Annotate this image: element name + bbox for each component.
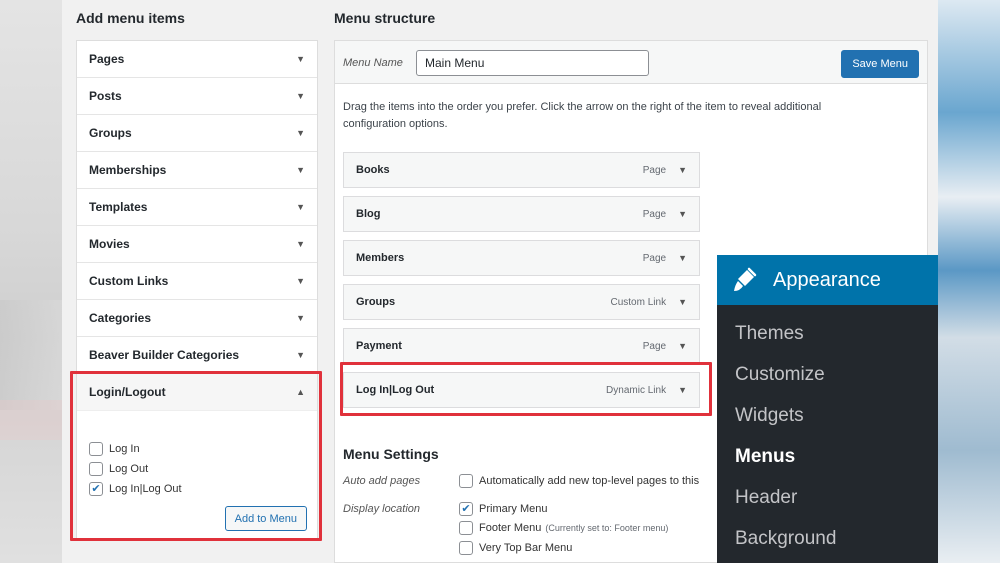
checkmark-icon: ✔ — [461, 502, 471, 515]
save-menu-button[interactable]: Save Menu — [841, 50, 919, 78]
submenu-customize[interactable]: Customize — [717, 354, 938, 395]
accordion-label: Memberships — [89, 163, 167, 177]
location-footer-menu[interactable]: Footer Menu (Currently set to: Footer me… — [459, 521, 668, 535]
location-note: (Currently set to: Footer menu) — [545, 523, 669, 533]
accordion-templates[interactable]: Templates ▼ — [77, 189, 317, 226]
checkbox[interactable] — [459, 541, 473, 555]
location-very-top-bar-menu[interactable]: Very Top Bar Menu — [459, 541, 572, 555]
menu-item-members[interactable]: Members Page ▼ — [343, 240, 700, 276]
menu-item-title: Groups — [356, 296, 396, 308]
caret-down-icon: ▼ — [296, 202, 305, 212]
checkbox[interactable] — [459, 521, 473, 535]
menu-structure-title: Menu structure — [334, 10, 436, 26]
accordion-label: Categories — [89, 311, 152, 325]
caret-down-icon[interactable]: ▼ — [678, 253, 687, 263]
accordion-memberships[interactable]: Memberships ▼ — [77, 152, 317, 189]
accordion-custom-links[interactable]: Custom Links ▼ — [77, 263, 317, 300]
menu-item-books[interactable]: Books Page ▼ — [343, 152, 700, 188]
location-primary-menu[interactable]: ✔ Primary Menu — [459, 502, 547, 516]
menu-item-type: Page — [642, 340, 667, 352]
caret-down-icon: ▼ — [296, 128, 305, 138]
menu-item-title: Books — [356, 164, 390, 176]
menu-instructions: Drag the items into the order you prefer… — [343, 101, 822, 130]
caret-down-icon: ▼ — [296, 276, 305, 286]
caret-down-icon: ▼ — [296, 239, 305, 249]
auto-add-pages-label: Auto add pages — [343, 475, 421, 487]
accordion-label: Groups — [89, 126, 132, 140]
menu-item-blog[interactable]: Blog Page ▼ — [343, 196, 700, 232]
menu-item-title: Payment — [356, 340, 402, 352]
appearance-title: Appearance — [773, 268, 881, 291]
option-label: Automatically add new top-level pages to… — [479, 475, 700, 487]
menu-header: Menu Name Save Menu — [335, 41, 927, 84]
caret-down-icon[interactable]: ▼ — [678, 341, 687, 351]
background-right — [938, 0, 1000, 563]
paintbrush-icon — [734, 267, 757, 291]
accordion-groups[interactable]: Groups ▼ — [77, 115, 317, 152]
option-label: Primary Menu — [479, 503, 548, 515]
accordion-label: Pages — [89, 52, 125, 66]
menu-item-payment[interactable]: Payment Page ▼ — [343, 328, 700, 364]
menu-item-groups[interactable]: Groups Custom Link ▼ — [343, 284, 700, 320]
menu-item-title: Blog — [356, 208, 381, 220]
accordion-label: Beaver Builder Categories — [89, 348, 240, 362]
checkbox[interactable] — [459, 474, 473, 488]
caret-down-icon: ▼ — [296, 350, 305, 360]
caret-down-icon[interactable]: ▼ — [678, 297, 687, 307]
option-label: Footer Menu — [479, 522, 542, 534]
accordion-categories[interactable]: Categories ▼ — [77, 300, 317, 337]
menu-item-type: Page — [642, 208, 667, 220]
caret-down-icon: ▼ — [296, 165, 305, 175]
display-location-label: Display location — [343, 503, 421, 515]
caret-down-icon[interactable]: ▼ — [678, 165, 687, 175]
checkbox-checked[interactable]: ✔ — [459, 502, 473, 516]
menu-item-type: Custom Link — [610, 296, 667, 308]
submenu-themes[interactable]: Themes — [717, 313, 938, 354]
accordion-posts[interactable]: Posts ▼ — [77, 78, 317, 115]
accordion-beaver-builder-categories[interactable]: Beaver Builder Categories ▼ — [77, 337, 317, 374]
submenu-menus[interactable]: Menus — [717, 436, 938, 477]
accordion-label: Posts — [89, 89, 122, 103]
menu-name-input[interactable] — [416, 50, 649, 76]
menu-item-title: Members — [356, 252, 405, 264]
accordion-label: Templates — [89, 200, 148, 214]
highlight-box-log-in-log-out-item — [340, 362, 712, 416]
accordion-label: Movies — [89, 237, 130, 251]
option-label: Very Top Bar Menu — [479, 542, 573, 554]
caret-down-icon[interactable]: ▼ — [678, 209, 687, 219]
menu-name-label: Menu Name — [343, 57, 403, 69]
appearance-header[interactable]: Appearance — [717, 255, 938, 305]
highlight-box-login-logout — [70, 371, 322, 541]
appearance-menu: Appearance Themes Customize Widgets Menu… — [717, 255, 938, 563]
menu-item-type: Page — [642, 252, 667, 264]
caret-down-icon: ▼ — [296, 313, 305, 323]
caret-down-icon: ▼ — [296, 54, 305, 64]
add-menu-items-title: Add menu items — [76, 10, 185, 26]
accordion-label: Custom Links — [89, 274, 169, 288]
submenu-background[interactable]: Background — [717, 518, 938, 559]
caret-down-icon: ▼ — [296, 91, 305, 101]
appearance-submenu: Themes Customize Widgets Menus Header Ba… — [717, 305, 938, 559]
submenu-header[interactable]: Header — [717, 477, 938, 518]
auto-add-pages-option[interactable]: Automatically add new top-level pages to… — [459, 474, 699, 488]
background-left — [0, 0, 62, 563]
menu-item-type: Page — [642, 164, 667, 176]
submenu-widgets[interactable]: Widgets — [717, 395, 938, 436]
accordion-pages[interactable]: Pages ▼ — [77, 41, 317, 78]
accordion-movies[interactable]: Movies ▼ — [77, 226, 317, 263]
menu-settings-title: Menu Settings — [343, 446, 439, 462]
